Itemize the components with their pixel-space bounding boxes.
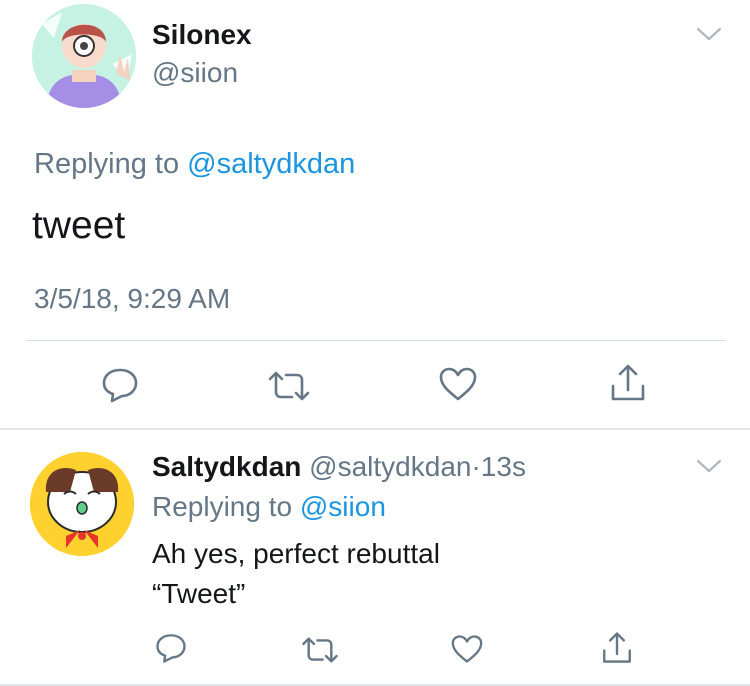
author-name[interactable]: Silonex [152, 18, 252, 52]
divider [26, 340, 726, 341]
author-handle[interactable]: @siion [152, 56, 238, 90]
share-icon[interactable] [600, 630, 634, 671]
tweet-text-line: “Tweet” [152, 578, 246, 609]
avatar[interactable] [32, 4, 136, 108]
chevron-down-icon[interactable] [694, 22, 724, 46]
tweet-text: Ah yes, perfect rebuttal “Tweet” [152, 534, 440, 614]
replying-prefix: Replying to [34, 148, 180, 180]
reply-icon[interactable] [100, 366, 140, 409]
reply-icon[interactable] [154, 632, 188, 669]
retweet-icon[interactable] [300, 634, 340, 671]
replying-prefix: Replying to [152, 491, 293, 522]
retweet-icon[interactable] [266, 368, 312, 409]
replying-to: Replying to @saltydkdan [34, 146, 355, 182]
avatar[interactable] [30, 452, 134, 556]
divider [0, 428, 750, 430]
timestamp[interactable]: 3/5/18, 9:29 AM [34, 282, 230, 316]
avatar-illustration [30, 452, 134, 556]
tweet-text: tweet [32, 204, 126, 247]
separator: · [471, 451, 481, 482]
tweet-header: Saltydkdan @saltydkdan·13s [152, 450, 526, 484]
mention-link[interactable]: @saltydkdan [187, 148, 355, 180]
share-icon[interactable] [608, 362, 648, 409]
replying-to: Replying to @siion [152, 490, 386, 524]
chevron-down-icon[interactable] [694, 454, 724, 478]
mention-link[interactable]: @siion [300, 491, 386, 522]
like-icon[interactable] [438, 366, 478, 407]
tweet-age[interactable]: 13s [481, 451, 526, 482]
like-icon[interactable] [450, 634, 484, 669]
author-name[interactable]: Saltydkdan [152, 451, 301, 482]
author-handle[interactable]: @saltydkdan [309, 451, 471, 482]
tweet-text-line: Ah yes, perfect rebuttal [152, 538, 440, 569]
avatar-illustration [32, 4, 136, 108]
